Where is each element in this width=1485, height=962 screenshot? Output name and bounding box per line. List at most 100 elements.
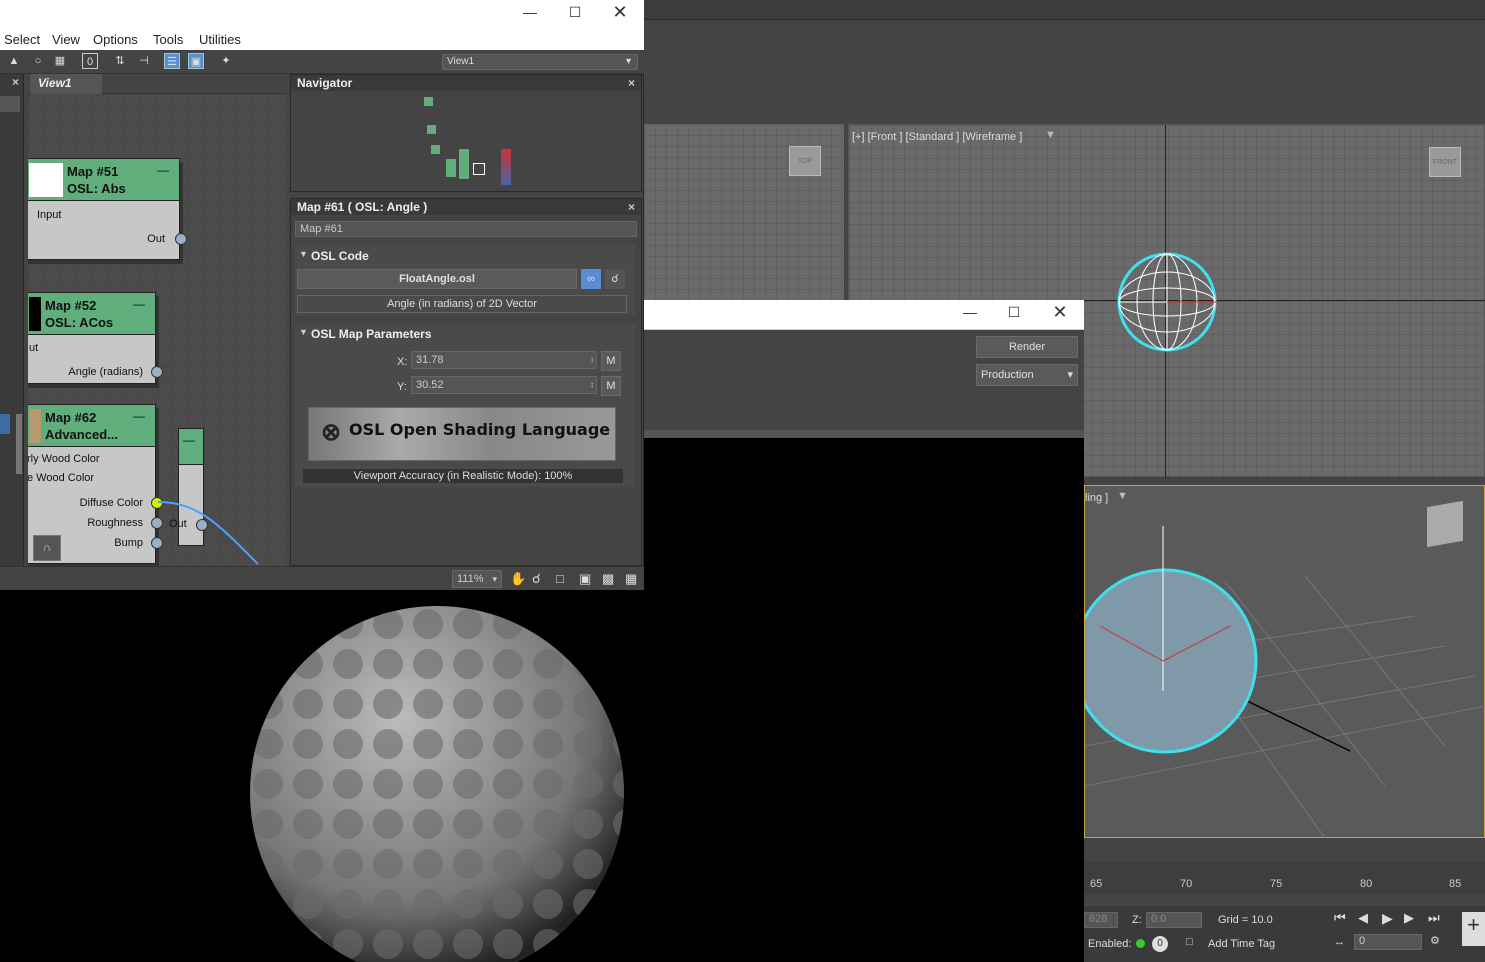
layout-children-icon[interactable]: ⊣ <box>136 53 152 69</box>
time-config-icon[interactable]: ⚙ <box>1430 934 1440 947</box>
port-diffuse-color[interactable]: Diffuse Color <box>80 497 143 509</box>
node-header[interactable]: Map #62 Advanced... — <box>28 405 155 447</box>
node-map-52[interactable]: Map #52 OSL: ACos — ut Angle (radians) <box>28 292 163 384</box>
prev-frame-icon[interactable]: ◀ <box>1358 910 1368 926</box>
close-icon[interactable]: ✕ <box>1040 302 1080 323</box>
pan-icon[interactable]: ✋ <box>510 571 526 587</box>
minimize-icon[interactable]: — <box>510 4 550 20</box>
render-preset-dropdown[interactable]: Production ▾ <box>976 364 1078 386</box>
close-icon[interactable]: ✕ <box>600 2 640 23</box>
enabled-indicator[interactable] <box>1136 939 1145 948</box>
material-browser-panel[interactable]: × <box>0 74 24 566</box>
zoom-dropdown[interactable]: 111% ▾ <box>452 570 502 588</box>
viewcube-persp[interactable] <box>1427 500 1463 548</box>
viewport-top[interactable]: TOP <box>644 124 844 300</box>
spinner-icon[interactable]: ↕ <box>590 352 594 368</box>
background-icon[interactable]: ▦ <box>52 53 68 69</box>
x-spinner[interactable]: 31.78 ↕ <box>411 351 597 369</box>
port-out[interactable]: Out <box>147 233 165 245</box>
minimize-node-icon[interactable]: — <box>157 163 169 177</box>
render-button[interactable]: Render <box>976 336 1078 358</box>
node-view[interactable]: Map #51 OSL: Abs — Input Out Map #52 OSL: … <box>28 94 286 566</box>
viewcube-top[interactable]: TOP <box>789 146 821 176</box>
z-coord-field[interactable]: 0.0 <box>1146 912 1202 928</box>
show-map-icon[interactable]: 0 <box>82 53 98 69</box>
y-spinner[interactable]: 30.52 ↕ <box>411 376 597 394</box>
menu-utilities[interactable]: Utilities <box>199 32 241 47</box>
menu-options[interactable]: Options <box>93 32 138 47</box>
key-mode-icon[interactable]: ↔ <box>1334 936 1345 948</box>
select-by-material-icon[interactable]: ▣ <box>188 53 204 69</box>
minimize-icon[interactable]: — <box>950 304 990 320</box>
tab-view1[interactable]: View1 <box>30 74 102 94</box>
zoom-selected-icon[interactable]: ▩ <box>602 571 614 587</box>
viewport-perspective[interactable]: ling ] ▼ <box>1084 485 1485 838</box>
minimize-node-icon[interactable]: — <box>183 433 195 447</box>
zoom-icon[interactable]: ☌ <box>532 571 541 587</box>
port-bump[interactable]: Bump <box>114 537 143 549</box>
close-icon[interactable]: × <box>628 75 635 91</box>
menu-view[interactable]: View <box>52 32 80 47</box>
viewcube-front[interactable]: FRONT <box>1429 147 1461 177</box>
add-time-tag-button[interactable]: Add Time Tag <box>1208 938 1275 950</box>
y-map-button[interactable]: M <box>601 376 621 396</box>
zoom-all-icon[interactable]: ▦ <box>625 571 637 587</box>
minimize-node-icon[interactable]: — <box>133 297 145 311</box>
output-socket[interactable] <box>151 366 163 378</box>
close-icon[interactable]: × <box>12 74 19 90</box>
close-icon[interactable]: × <box>628 199 635 215</box>
sphere-preview-icon[interactable]: ○ <box>30 53 46 69</box>
menu-select[interactable]: Select <box>4 32 40 47</box>
options-wand-icon[interactable]: ✦ <box>218 53 234 69</box>
play-icon[interactable]: ▶ <box>1382 910 1393 927</box>
goto-end-icon[interactable]: ⏭ <box>1428 910 1440 926</box>
zoom-extents-icon[interactable]: ▣ <box>579 571 591 587</box>
port-early-wood[interactable]: rly Wood Color <box>28 453 100 465</box>
search-icon[interactable]: ☌ <box>605 269 625 289</box>
next-frame-icon[interactable]: ▶ <box>1404 910 1414 926</box>
port-roughness[interactable]: Roughness <box>87 517 143 529</box>
collapse-icon[interactable]: ▼ <box>299 249 308 259</box>
port-angle[interactable]: Angle (radians) <box>68 366 143 378</box>
minimize-node-icon[interactable]: — <box>133 409 145 423</box>
view-selector[interactable]: View1 ▾ <box>442 54 638 70</box>
node-header[interactable]: Map #51 OSL: Abs — <box>28 159 179 201</box>
pan-lock-icon[interactable]: ∩ <box>33 535 61 561</box>
map-params-label[interactable]: OSL Map Parameters <box>311 327 432 341</box>
timeline[interactable]: 65 70 75 80 85 <box>1084 862 1485 894</box>
key-count-badge[interactable]: 0 <box>1152 936 1168 952</box>
browser-scrollbar[interactable] <box>16 414 22 474</box>
wireframe-sphere[interactable] <box>1115 250 1219 354</box>
maximize-icon[interactable]: ☐ <box>555 4 595 21</box>
browser-selected-item[interactable] <box>0 414 10 434</box>
osl-code-label[interactable]: OSL Code <box>311 249 369 263</box>
x-map-button[interactable]: M <box>601 351 621 371</box>
viewport-accuracy[interactable]: Viewport Accuracy (in Realistic Mode): 1… <box>303 469 623 483</box>
filter-icon[interactable]: ▼ <box>1045 129 1056 141</box>
x-coord-field[interactable]: 628 <box>1084 912 1118 928</box>
browser-search-field[interactable] <box>0 96 20 112</box>
link-icon[interactable]: ∞ <box>581 269 601 289</box>
navigator-panel[interactable]: Navigator × <box>290 74 642 192</box>
menu-tools[interactable]: Tools <box>153 32 183 47</box>
port-late-wood[interactable]: e Wood Color <box>28 472 94 484</box>
port-input[interactable]: ut <box>29 342 38 354</box>
viewport-front-label[interactable]: [+] [Front ] [Standard ] [Wireframe ] <box>852 131 1022 143</box>
pick-material-icon[interactable]: ▲ <box>6 53 22 69</box>
node-map-51[interactable]: Map #51 OSL: Abs — Input Out <box>28 158 187 260</box>
osl-file-button[interactable]: FloatAngle.osl <box>297 269 577 289</box>
current-frame-field[interactable]: 0 <box>1354 934 1422 950</box>
output-socket[interactable] <box>175 233 187 245</box>
parameters-toggle-icon[interactable]: ☰ <box>164 53 180 69</box>
collapse-icon[interactable]: ▼ <box>299 327 308 337</box>
zoom-region-icon[interactable]: □ <box>556 571 564 586</box>
maximize-icon[interactable]: ☐ <box>994 304 1034 321</box>
nav-viewport-rect[interactable] <box>473 163 485 175</box>
spinner-icon[interactable]: ↕ <box>590 377 594 393</box>
map-name-field[interactable]: Map #61 <box>295 221 637 237</box>
port-input[interactable]: Input <box>37 209 61 221</box>
add-icon[interactable]: + <box>1462 912 1485 946</box>
node-header[interactable]: Map #52 OSL: ACos — <box>28 293 155 335</box>
layout-icon[interactable]: ⇅ <box>112 53 128 69</box>
node-header[interactable]: — <box>179 429 203 465</box>
